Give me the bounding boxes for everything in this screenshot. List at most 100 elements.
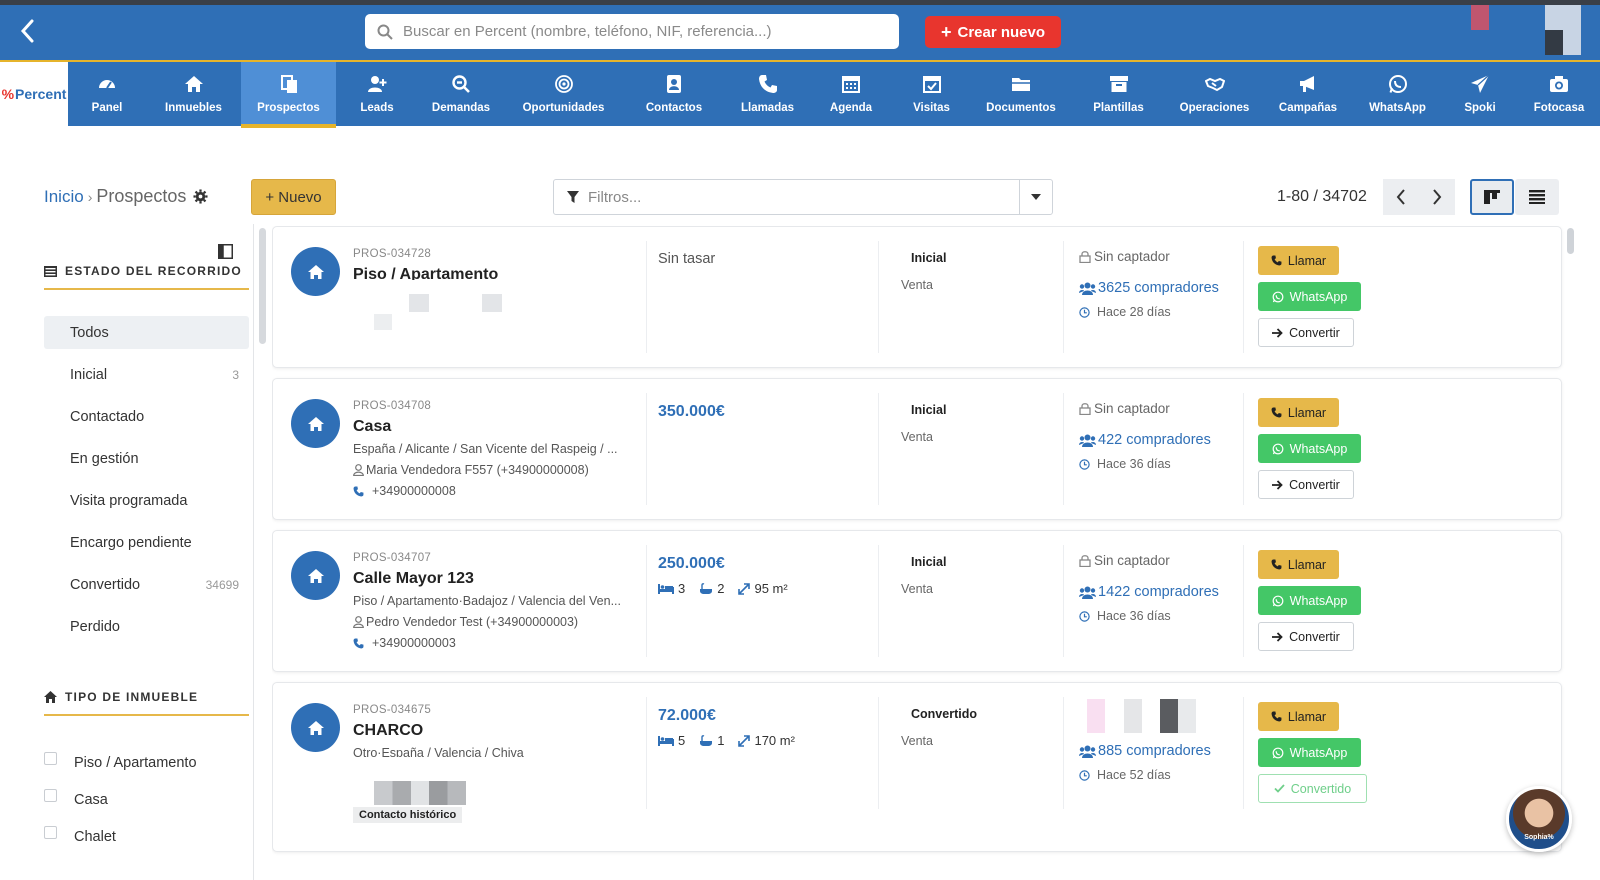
nav-campa-as[interactable]: Campañas xyxy=(1263,62,1353,126)
assistant-chat-avatar[interactable]: Sophia% xyxy=(1506,786,1572,852)
property-type-checkbox[interactable]: Casa xyxy=(44,781,249,818)
call-button[interactable]: Llamar xyxy=(1258,702,1339,731)
nav-documentos[interactable]: Documentos xyxy=(971,62,1071,126)
new-prospect-button[interactable]: + Nuevo xyxy=(251,179,336,215)
redacted-block xyxy=(374,314,392,330)
status-filter-perdido[interactable]: Perdido xyxy=(44,610,249,643)
prospect-phone[interactable]: +34900000003 xyxy=(353,636,456,650)
status-filter-en-gestión[interactable]: En gestión xyxy=(44,442,249,475)
property-avatar xyxy=(291,551,340,600)
converted-button[interactable]: Convertido xyxy=(1258,774,1367,803)
buyers-count-link[interactable]: 3625 compradores xyxy=(1079,280,1219,296)
user-icon xyxy=(353,464,364,476)
captador: Sin captador xyxy=(1079,249,1170,264)
phone-icon xyxy=(758,74,778,97)
list-alt-icon xyxy=(44,265,57,277)
nav-agenda[interactable]: Agenda xyxy=(810,62,892,126)
handshake-icon xyxy=(1204,74,1225,97)
home-icon xyxy=(307,720,324,735)
card-view-button[interactable] xyxy=(1470,179,1514,215)
convert-button[interactable]: Convertir xyxy=(1258,318,1354,347)
filter-box[interactable] xyxy=(553,179,1053,215)
status-filter-todos[interactable]: Todos xyxy=(44,316,249,349)
search-input[interactable] xyxy=(403,23,883,40)
status-filter-contactado[interactable]: Contactado xyxy=(44,400,249,433)
nav-label: Contactos xyxy=(645,102,703,114)
buyers-count-link[interactable]: 885 compradores xyxy=(1079,743,1211,759)
nav-oportunidades[interactable]: Oportunidades xyxy=(504,62,623,126)
nav-fotocasa[interactable]: Fotocasa xyxy=(1518,62,1600,126)
call-button[interactable]: Llamar xyxy=(1258,398,1339,427)
prospect-title[interactable]: CHARCO xyxy=(353,722,423,740)
list-view-button[interactable] xyxy=(1515,179,1559,215)
nav-prospectos[interactable]: Prospectos xyxy=(241,62,336,128)
checkbox[interactable] xyxy=(44,789,57,802)
lock-icon xyxy=(1079,251,1091,263)
gear-icon[interactable] xyxy=(193,189,208,204)
whatsapp-button[interactable]: WhatsApp xyxy=(1258,738,1361,767)
property-type-list: Piso / Apartamento Casa Chalet xyxy=(44,744,249,855)
history-contact-badge: Contacto histórico xyxy=(353,807,463,823)
redacted-block xyxy=(482,294,502,312)
prospect-card[interactable]: PROS-034675 CHARCO Otro·España / Valencia … xyxy=(272,682,1562,852)
checkbox[interactable] xyxy=(44,826,57,839)
filter-input[interactable] xyxy=(588,188,1008,206)
status-filter-convertido[interactable]: Convertido 34699 xyxy=(44,568,249,601)
next-page-button[interactable] xyxy=(1419,179,1455,215)
sidebar-toggle-icon[interactable] xyxy=(218,244,233,259)
breadcrumb-home[interactable]: Inicio xyxy=(44,187,84,207)
sidebar-scrollbar[interactable] xyxy=(259,228,266,344)
prospect-title[interactable]: Piso / Apartamento xyxy=(353,266,498,280)
buyers-count-link[interactable]: 1422 compradores xyxy=(1079,584,1219,600)
prospect-card[interactable]: PROS-034728 Piso / Apartamento Sin tasar In… xyxy=(272,226,1562,368)
nav-inmuebles[interactable]: Inmuebles xyxy=(146,62,241,126)
nav-panel[interactable]: Panel xyxy=(68,62,146,126)
property-type-label: Casa xyxy=(74,791,108,808)
whatsapp-button[interactable]: WhatsApp xyxy=(1258,586,1361,615)
prospect-status: Convertido xyxy=(911,707,977,721)
nav-leads[interactable]: Leads xyxy=(336,62,418,126)
status-filter-visita-programada[interactable]: Visita programada xyxy=(44,484,249,517)
property-type-checkbox[interactable]: Chalet xyxy=(44,818,249,855)
whatsapp-button[interactable]: WhatsApp xyxy=(1258,282,1361,311)
buyers-count-link[interactable]: 422 compradores xyxy=(1079,432,1211,448)
nav-demandas[interactable]: Demandas xyxy=(418,62,504,126)
status-filter-inicial[interactable]: Inicial 3 xyxy=(44,358,249,391)
arrow-right-icon xyxy=(1272,327,1283,338)
convert-button[interactable]: Convertir xyxy=(1258,622,1354,651)
prospect-title[interactable]: Casa xyxy=(353,418,391,436)
list-scrollbar[interactable] xyxy=(1567,228,1574,254)
nav-operaciones[interactable]: Operaciones xyxy=(1166,62,1263,126)
pagination-info: 1-80 / 34702 xyxy=(1277,188,1367,205)
whatsapp-icon xyxy=(1272,595,1284,606)
whatsapp-button[interactable]: WhatsApp xyxy=(1258,434,1361,463)
convert-button[interactable]: Convertir xyxy=(1258,470,1354,499)
phone-icon xyxy=(1271,407,1282,418)
bedrooms: 3 xyxy=(658,581,685,596)
nav-label: Prospectos xyxy=(257,102,320,114)
back-button[interactable] xyxy=(14,18,42,46)
percent-logo[interactable]: % Percent xyxy=(0,62,68,126)
nav-whatsapp[interactable]: WhatsApp xyxy=(1353,62,1442,126)
target-icon xyxy=(554,74,574,97)
prospect-card[interactable]: PROS-034707 Calle Mayor 123 Piso / Apartam… xyxy=(272,530,1562,672)
prev-page-button[interactable] xyxy=(1383,179,1419,215)
status-filter-encargo-pendiente[interactable]: Encargo pendiente xyxy=(44,526,249,559)
filter-dropdown-button[interactable] xyxy=(1019,180,1052,214)
global-search[interactable] xyxy=(365,14,899,49)
call-button[interactable]: Llamar xyxy=(1258,246,1339,275)
prospect-title[interactable]: Calle Mayor 123 xyxy=(353,570,474,588)
nav-visitas[interactable]: Visitas xyxy=(892,62,971,126)
nav-spoki[interactable]: Spoki xyxy=(1442,62,1518,126)
create-new-button[interactable]: + Crear nuevo xyxy=(925,16,1061,48)
nav-contactos[interactable]: Contactos xyxy=(623,62,725,126)
nav-llamadas[interactable]: Llamadas xyxy=(725,62,810,126)
checkbox[interactable] xyxy=(44,752,57,765)
column-divider xyxy=(878,393,879,505)
prospect-card[interactable]: PROS-034708 Casa España / Alicante / San V… xyxy=(272,378,1562,520)
call-button[interactable]: Llamar xyxy=(1258,550,1339,579)
nav-plantillas[interactable]: Plantillas xyxy=(1071,62,1166,126)
property-avatar xyxy=(291,247,340,296)
prospect-phone[interactable]: +34900000008 xyxy=(353,484,456,498)
property-type-checkbox[interactable]: Piso / Apartamento xyxy=(44,744,249,781)
